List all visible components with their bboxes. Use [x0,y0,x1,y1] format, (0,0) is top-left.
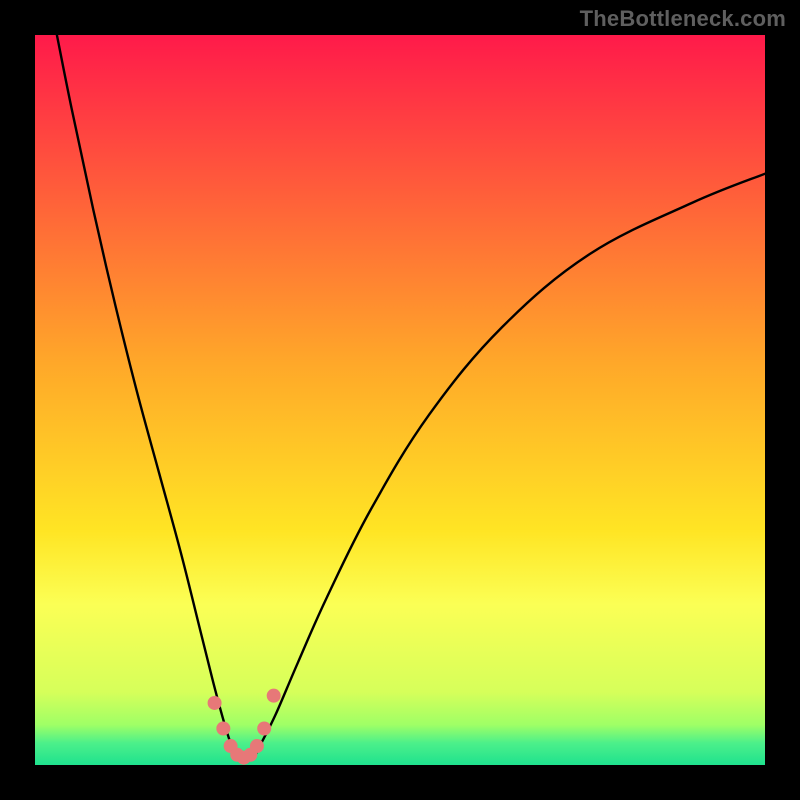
trough-dot [267,689,281,703]
trough-dot [257,722,271,736]
trough-dot [208,696,222,710]
chart-svg [0,0,800,800]
trough-dot [216,722,230,736]
trough-dot [250,739,264,753]
watermark-label: TheBottleneck.com [580,6,786,32]
plot-background [35,35,765,765]
chart-frame: TheBottleneck.com [0,0,800,800]
